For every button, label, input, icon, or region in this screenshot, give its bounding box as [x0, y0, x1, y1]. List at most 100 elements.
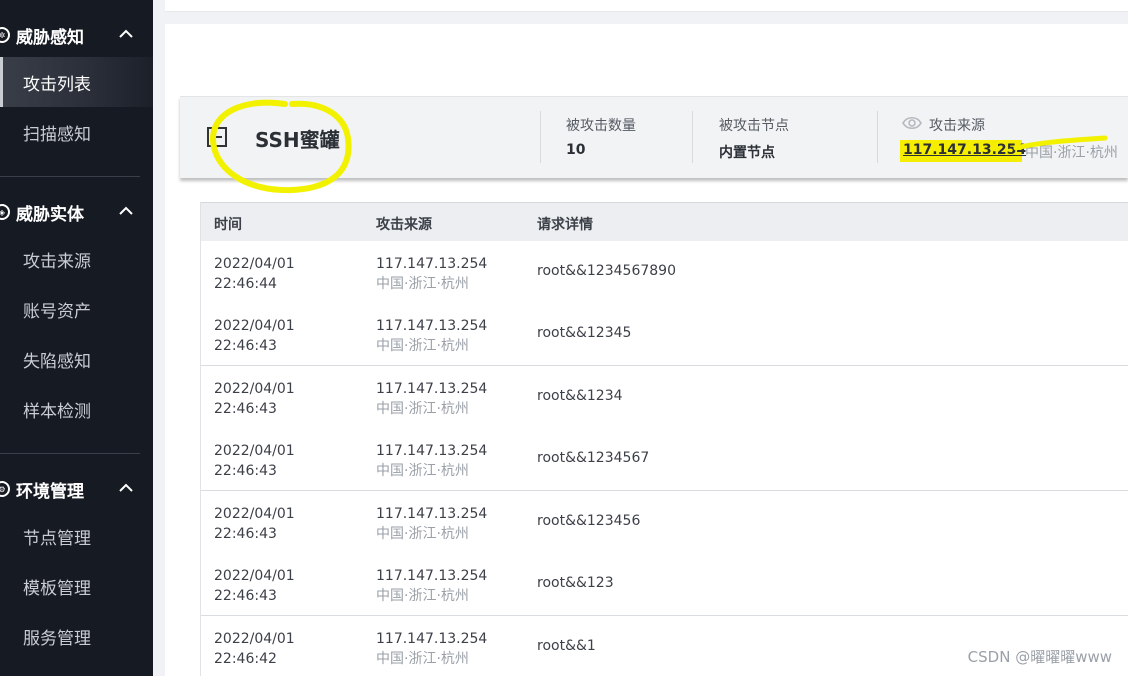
time-cell: 2022/04/01 22:46:42	[214, 629, 295, 669]
sidebar-divider	[0, 176, 140, 177]
location-text: 中国·浙江·杭州	[376, 338, 469, 354]
sidebar-item-node-management[interactable]: 节点管理	[0, 511, 153, 561]
date-text: 2022/04/01	[214, 381, 295, 397]
sidebar-item-scan-perception[interactable]: 扫描感知	[0, 107, 153, 157]
watermark: CSDN @曜曜曜www	[967, 648, 1112, 666]
date-text: 2022/04/01	[214, 568, 295, 584]
sidebar-group-title: 威胁感知	[16, 27, 84, 48]
date-text: 2022/04/01	[214, 318, 295, 334]
header-separator	[540, 111, 541, 163]
sidebar-item-label: 服务管理	[23, 628, 91, 649]
source-cell: 117.147.13.254 中国·浙江·杭州	[376, 441, 487, 481]
table-header: 时间 攻击来源 请求详情	[201, 202, 1128, 242]
detail-cell: root&&1	[537, 638, 596, 654]
location-text: 中国·浙江·杭州	[376, 526, 469, 542]
time-text: 22:46:43	[214, 401, 277, 417]
collapse-button[interactable]	[207, 127, 227, 147]
header-separator	[877, 111, 878, 163]
sidebar-item-account-assets[interactable]: 账号资产	[0, 284, 153, 334]
honeypot-title: SSH蜜罐	[255, 128, 340, 152]
chevron-up-icon[interactable]	[117, 202, 135, 220]
time-cell: 2022/04/01 22:46:43	[214, 379, 295, 419]
time-text: 22:46:42	[214, 651, 277, 667]
sidebar-group-title: 环境管理	[16, 481, 84, 502]
column-header-detail: 请求详情	[537, 217, 593, 233]
table-row[interactable]: 2022/04/01 22:46:43 117.147.13.254 中国·浙江·杭…	[201, 428, 1128, 491]
attack-source-location: 中国·浙江·杭州	[1025, 145, 1118, 161]
time-cell: 2022/04/01 22:46:43	[214, 504, 295, 544]
sidebar-item-sample-detection[interactable]: 样本检测	[0, 384, 153, 434]
time-text: 22:46:43	[214, 338, 277, 354]
date-text: 2022/04/01	[214, 256, 295, 272]
ip-text: 117.147.13.254	[376, 443, 488, 459]
source-cell: 117.147.13.254 中国·浙江·杭州	[376, 504, 487, 544]
sidebar-group-threat-entity[interactable]: ◈ 威胁实体	[0, 187, 153, 237]
sidebar-item-label: 失陷感知	[23, 351, 91, 372]
sidebar-item-label: 模板管理	[23, 578, 91, 599]
location-text: 中国·浙江·杭州	[376, 401, 469, 417]
sidebar-item-label: 攻击来源	[23, 251, 91, 272]
detail-cell: root&&1234	[537, 388, 623, 404]
environment-icon: ⚙	[0, 481, 10, 497]
sidebar-item-template-management[interactable]: 模板管理	[0, 561, 153, 611]
ip-text: 117.147.13.254	[376, 381, 488, 397]
ip-text: 117.147.13.254	[376, 256, 488, 272]
column-header-source: 攻击来源	[376, 217, 432, 233]
ip-text: 117.147.13.254	[376, 506, 488, 522]
attacked-count-value: 10	[566, 142, 586, 158]
detail-cell: root&&123456	[537, 513, 641, 529]
top-card	[165, 0, 1128, 12]
threat-entity-icon: ◈	[0, 204, 10, 220]
date-text: 2022/04/01	[214, 443, 295, 459]
sidebar-item-compromise-perception[interactable]: 失陷感知	[0, 334, 153, 384]
source-cell: 117.147.13.254 中国·浙江·杭州	[376, 379, 487, 419]
source-cell: 117.147.13.254 中国·浙江·杭州	[376, 566, 487, 606]
ip-text: 117.147.13.254	[376, 568, 488, 584]
time-text: 22:46:43	[214, 526, 277, 542]
attacked-node-value: 内置节点	[719, 145, 775, 161]
table-row[interactable]: 2022/04/01 22:46:43 117.147.13.254 中国·浙江·杭…	[201, 303, 1128, 366]
time-text: 22:46:44	[214, 276, 277, 292]
location-text: 中国·浙江·杭州	[376, 588, 469, 604]
table-row[interactable]: 2022/04/01 22:46:43 117.147.13.254 中国·浙江·杭…	[201, 553, 1128, 616]
sidebar-item-label: 账号资产	[23, 301, 91, 322]
sidebar: ✲ 威胁感知 攻击列表 扫描感知 ◈ 威胁实体 攻击来源 账号资产 失陷感知 样…	[0, 0, 153, 676]
time-cell: 2022/04/01 22:46:43	[214, 566, 295, 606]
sidebar-group-environment[interactable]: ⚙ 环境管理	[0, 464, 153, 514]
eye-icon[interactable]	[902, 114, 922, 132]
detail-cell: root&&12345	[537, 325, 632, 341]
minus-icon	[212, 136, 222, 138]
sidebar-item-attack-source[interactable]: 攻击来源	[0, 234, 153, 284]
sidebar-item-label: 攻击列表	[23, 74, 91, 95]
sidebar-divider	[0, 453, 140, 454]
table-row[interactable]: 2022/04/01 22:46:44 117.147.13.254 中国·浙江·杭…	[201, 241, 1128, 304]
source-cell: 117.147.13.254 中国·浙江·杭州	[376, 629, 487, 669]
sidebar-item-label: 样本检测	[23, 401, 91, 422]
sidebar-group-threat-perception[interactable]: ✲ 威胁感知	[0, 10, 153, 60]
column-header-time: 时间	[214, 217, 242, 233]
attack-table: 时间 攻击来源 请求详情 2022/04/01 22:46:44 117.147.…	[200, 202, 1128, 676]
detail-cell: root&&123	[537, 575, 614, 591]
chevron-up-icon[interactable]	[117, 479, 135, 497]
time-cell: 2022/04/01 22:46:44	[214, 254, 295, 294]
chevron-up-icon[interactable]	[117, 25, 135, 43]
detail-cell: root&&1234567890	[537, 263, 676, 279]
attacked-node-label: 被攻击节点	[719, 118, 789, 134]
threat-perception-icon: ✲	[0, 27, 10, 43]
time-cell: 2022/04/01 22:46:43	[214, 441, 295, 481]
sidebar-item-service-management[interactable]: 服务管理	[0, 611, 153, 661]
location-text: 中国·浙江·杭州	[376, 276, 469, 292]
table-row[interactable]: 2022/04/01 22:46:43 117.147.13.254 中国·浙江·杭…	[201, 491, 1128, 554]
attack-source-label: 攻击来源	[929, 118, 985, 134]
sidebar-item-label: 扫描感知	[23, 124, 91, 145]
table-row[interactable]: 2022/04/01 22:46:43 117.147.13.254 中国·浙江·杭…	[201, 366, 1128, 429]
ip-text: 117.147.13.254	[376, 318, 488, 334]
header-separator	[692, 111, 693, 163]
time-text: 22:46:43	[214, 588, 277, 604]
sidebar-item-attack-list[interactable]: 攻击列表	[0, 57, 153, 107]
date-text: 2022/04/01	[214, 631, 295, 647]
attack-source-ip[interactable]: 117.147.13.254	[903, 142, 1026, 158]
time-cell: 2022/04/01 22:46:43	[214, 316, 295, 356]
detail-cell: root&&1234567	[537, 450, 650, 466]
attacked-count-label: 被攻击数量	[566, 118, 636, 134]
